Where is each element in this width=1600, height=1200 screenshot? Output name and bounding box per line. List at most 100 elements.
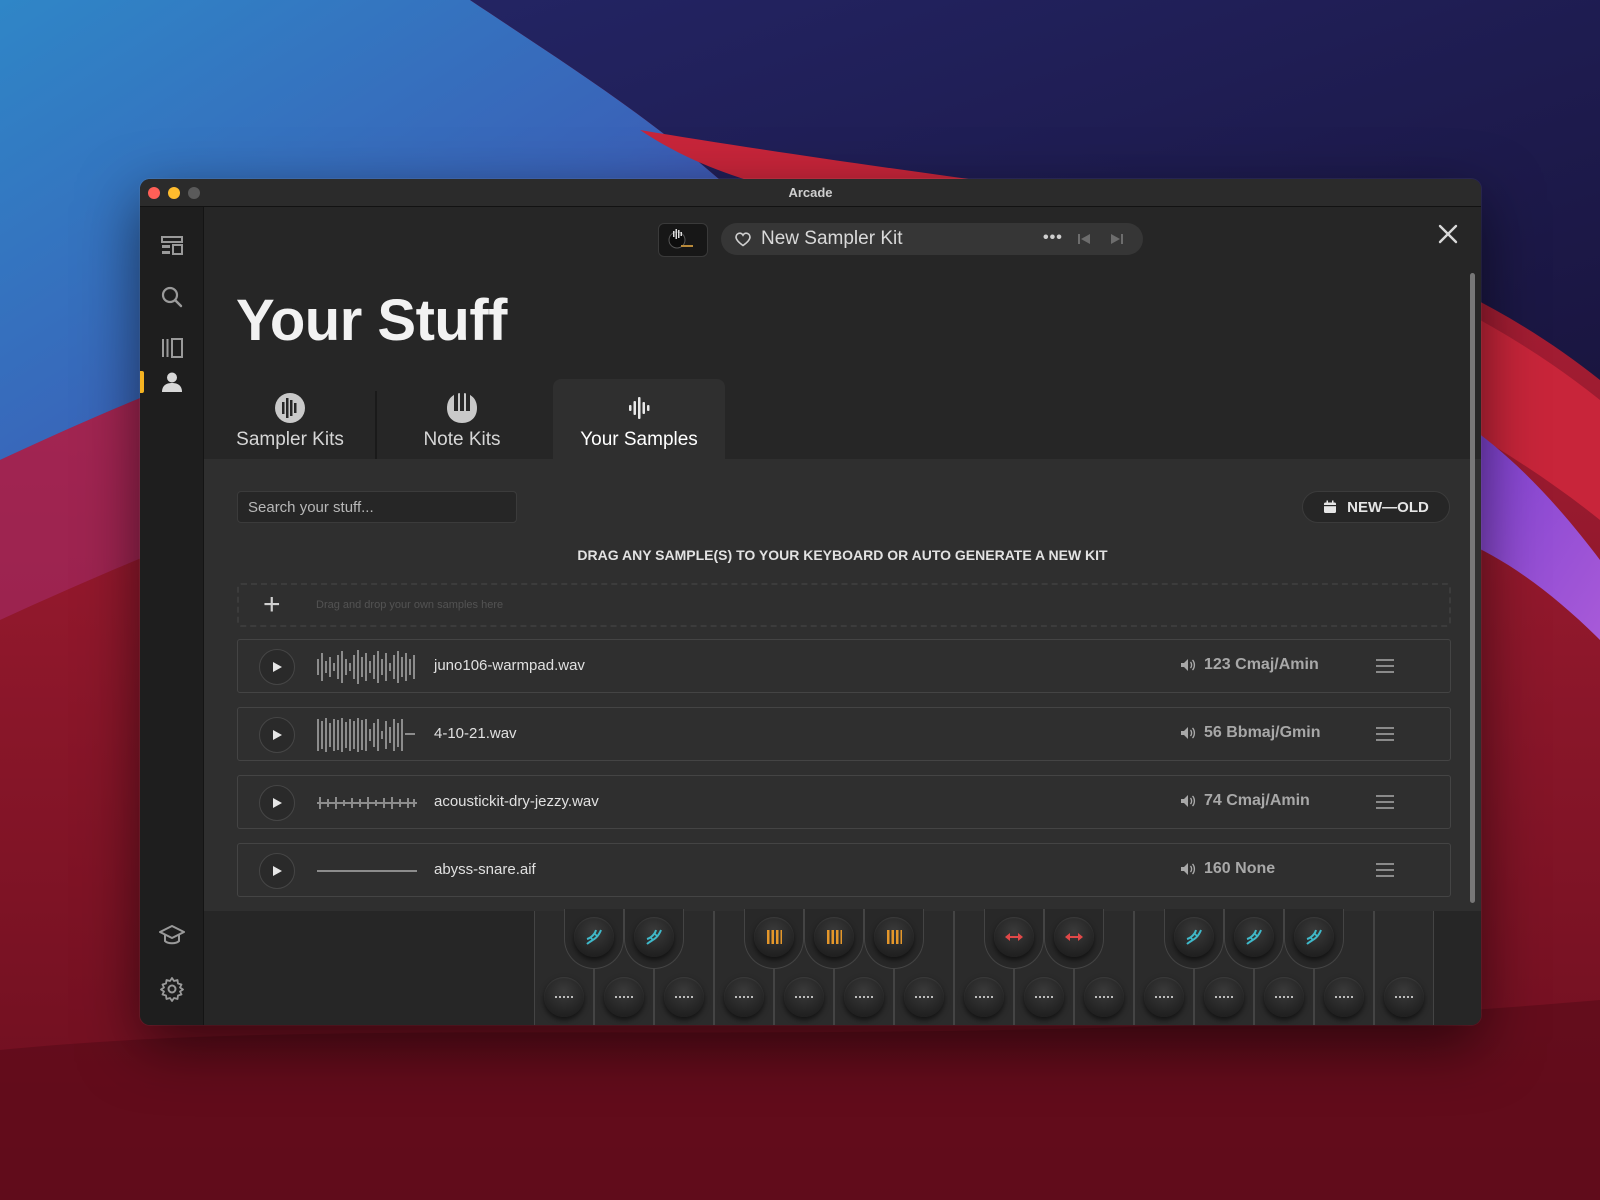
empty-pad-icon bbox=[1275, 996, 1293, 998]
scrollbar[interactable] bbox=[1470, 273, 1475, 903]
drag-handle-icon[interactable] bbox=[1374, 656, 1396, 676]
play-button[interactable] bbox=[259, 649, 295, 685]
sidebar-item-library[interactable] bbox=[140, 330, 204, 366]
waveform-thumbnail bbox=[317, 870, 417, 872]
pad-knob[interactable] bbox=[814, 917, 854, 957]
empty-pad-icon bbox=[555, 996, 573, 998]
sidebar-item-search[interactable] bbox=[140, 279, 204, 315]
now-playing-bar: New Sampler Kit ••• bbox=[721, 223, 1143, 255]
close-window-button[interactable] bbox=[148, 187, 160, 199]
graduation-cap-icon bbox=[159, 925, 185, 945]
pad-knob[interactable] bbox=[1384, 977, 1424, 1017]
drag-handle-icon[interactable] bbox=[1374, 792, 1396, 812]
sidebar-item-settings[interactable] bbox=[140, 971, 204, 1007]
pad-knob[interactable] bbox=[1204, 977, 1244, 1017]
drag-handle-icon[interactable] bbox=[1374, 860, 1396, 880]
sort-button[interactable]: NEW—OLD bbox=[1302, 491, 1450, 523]
sidebar-item-your-stuff[interactable] bbox=[140, 364, 204, 400]
black-key[interactable] bbox=[984, 909, 1044, 969]
note-kits-icon bbox=[447, 393, 477, 423]
pad-knob[interactable] bbox=[544, 977, 584, 1017]
pad-knob[interactable] bbox=[1234, 917, 1274, 957]
pad-knob[interactable] bbox=[574, 917, 614, 957]
plus-icon[interactable]: + bbox=[263, 590, 303, 620]
gear-icon bbox=[160, 977, 184, 1002]
pad-knob[interactable] bbox=[964, 977, 1004, 1017]
kit-name[interactable]: New Sampler Kit bbox=[761, 228, 903, 250]
speaker-icon bbox=[1181, 795, 1196, 807]
calendar-icon bbox=[1324, 500, 1337, 513]
tab-sampler-kits[interactable]: Sampler Kits bbox=[204, 379, 376, 459]
pad-knob[interactable] bbox=[1264, 977, 1304, 1017]
pad-knob[interactable] bbox=[1144, 977, 1184, 1017]
pad-knob[interactable] bbox=[1174, 917, 1214, 957]
tab-note-kits[interactable]: Note Kits bbox=[376, 379, 548, 459]
pad-knob[interactable] bbox=[904, 977, 944, 1017]
empty-pad-icon bbox=[675, 996, 693, 998]
window-title: Arcade bbox=[788, 185, 833, 200]
pad-knob[interactable] bbox=[784, 977, 824, 1017]
pad-knob[interactable] bbox=[604, 977, 644, 1017]
black-key[interactable] bbox=[624, 909, 684, 969]
dropzone[interactable]: + Drag and drop your own samples here bbox=[237, 583, 1451, 627]
previous-icon[interactable] bbox=[1077, 232, 1091, 246]
pad-knob[interactable] bbox=[1024, 977, 1064, 1017]
pad-knob[interactable] bbox=[664, 977, 704, 1017]
play-icon bbox=[273, 866, 282, 876]
speaker-icon bbox=[1181, 863, 1196, 875]
more-options-button[interactable]: ••• bbox=[1043, 229, 1063, 247]
sample-row[interactable]: acoustickit-dry-jezzy.wav 74 Cmaj/Amin bbox=[237, 775, 1451, 829]
drag-handle-icon[interactable] bbox=[1374, 724, 1396, 744]
user-icon bbox=[162, 372, 182, 392]
black-key[interactable] bbox=[564, 909, 624, 969]
sidebar-item-dashboard[interactable] bbox=[140, 228, 204, 264]
sample-row[interactable]: 4-10-21.wav 56 Bbmaj/Gmin bbox=[237, 707, 1451, 761]
black-key[interactable] bbox=[1284, 909, 1344, 969]
play-button[interactable] bbox=[259, 717, 295, 753]
black-key[interactable] bbox=[1044, 909, 1104, 969]
sample-row[interactable]: abyss-snare.aif 160 None bbox=[237, 843, 1451, 897]
close-icon[interactable] bbox=[1435, 221, 1461, 247]
pad-knob[interactable] bbox=[1084, 977, 1124, 1017]
empty-pad-icon bbox=[795, 996, 813, 998]
dna-icon bbox=[646, 929, 662, 945]
next-icon[interactable] bbox=[1110, 232, 1124, 246]
sample-row[interactable]: juno106-warmpad.wav 123 Cmaj/Amin bbox=[237, 639, 1451, 693]
speaker-icon bbox=[1181, 727, 1196, 739]
pad-knob[interactable] bbox=[724, 977, 764, 1017]
arrows-icon bbox=[1065, 933, 1083, 941]
black-key[interactable] bbox=[804, 909, 864, 969]
pad-knob[interactable] bbox=[844, 977, 884, 1017]
white-key[interactable] bbox=[1374, 911, 1434, 1025]
pad-knob[interactable] bbox=[1324, 977, 1364, 1017]
sampler-kits-icon bbox=[275, 393, 305, 423]
empty-pad-icon bbox=[1395, 996, 1413, 998]
tab-label: Your Samples bbox=[580, 429, 698, 450]
empty-pad-icon bbox=[615, 996, 633, 998]
kit-thumbnail[interactable] bbox=[658, 223, 708, 257]
sample-tempo-key: 74 Cmaj/Amin bbox=[1204, 792, 1310, 809]
search-input[interactable] bbox=[237, 491, 517, 523]
tab-your-samples[interactable]: Your Samples bbox=[553, 379, 725, 459]
window-controls bbox=[148, 187, 200, 199]
play-icon bbox=[273, 798, 282, 808]
sample-tempo-key: 123 Cmaj/Amin bbox=[1204, 656, 1319, 673]
black-key[interactable] bbox=[1164, 909, 1224, 969]
pad-knob[interactable] bbox=[1294, 917, 1334, 957]
minimize-window-button[interactable] bbox=[168, 187, 180, 199]
black-key[interactable] bbox=[864, 909, 924, 969]
pad-knob[interactable] bbox=[1054, 917, 1094, 957]
play-button[interactable] bbox=[259, 853, 295, 889]
heart-icon[interactable] bbox=[735, 231, 751, 247]
sidebar bbox=[140, 207, 204, 1025]
black-key[interactable] bbox=[744, 909, 804, 969]
maximize-window-button[interactable] bbox=[188, 187, 200, 199]
black-key[interactable] bbox=[1224, 909, 1284, 969]
sidebar-item-learn[interactable] bbox=[140, 917, 204, 953]
sample-meta: 56 Bbmaj/Gmin bbox=[1180, 724, 1320, 742]
pad-knob[interactable] bbox=[754, 917, 794, 957]
play-button[interactable] bbox=[259, 785, 295, 821]
pad-knob[interactable] bbox=[874, 917, 914, 957]
pad-knob[interactable] bbox=[634, 917, 674, 957]
pad-knob[interactable] bbox=[994, 917, 1034, 957]
